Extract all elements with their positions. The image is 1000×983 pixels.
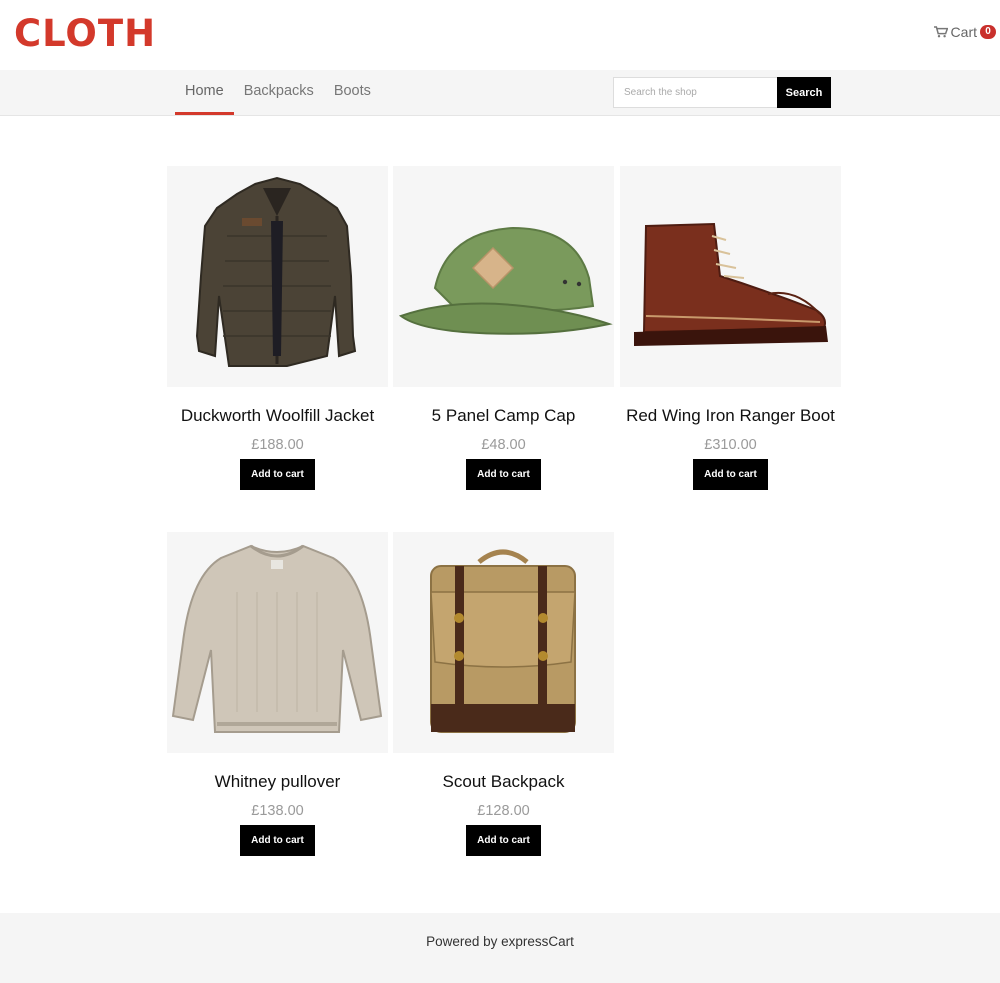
footer-text: Powered by expressCart (426, 934, 574, 949)
cart-count-badge: 0 (980, 25, 996, 39)
product-title[interactable]: 5 Panel Camp Cap (393, 406, 614, 428)
add-to-cart-button[interactable]: Add to cart (240, 459, 315, 490)
product-price: £310.00 (704, 437, 757, 453)
product-price: £128.00 (477, 803, 530, 819)
pullover-image[interactable] (167, 532, 388, 753)
nav-item-boots[interactable]: Boots (324, 70, 381, 115)
backpack-image[interactable] (393, 532, 614, 753)
site-header: CLOTH Cart 0 (0, 0, 1000, 70)
product-price: £138.00 (251, 803, 304, 819)
product-title[interactable]: Red Wing Iron Ranger Boot (620, 406, 841, 428)
product-title[interactable]: Scout Backpack (393, 772, 614, 794)
product-card: Duckworth Woolfill Jacket £188.00 Add to… (167, 166, 388, 490)
search-input[interactable] (613, 77, 777, 108)
nav-menu: Home Backpacks Boots (175, 70, 381, 115)
site-logo[interactable]: CLOTH (14, 12, 156, 55)
product-price: £188.00 (251, 437, 304, 453)
add-to-cart-button[interactable]: Add to cart (240, 825, 315, 856)
product-card: Scout Backpack £128.00 Add to cart (393, 532, 614, 856)
product-card: Red Wing Iron Ranger Boot £310.00 Add to… (620, 166, 841, 490)
product-title[interactable]: Whitney pullover (167, 772, 388, 794)
cap-image[interactable] (393, 166, 614, 387)
product-card: Whitney pullover £138.00 Add to cart (167, 532, 388, 856)
search-button[interactable]: Search (777, 77, 831, 108)
search-form: Search (613, 77, 831, 108)
jacket-image[interactable] (167, 166, 388, 387)
cart-link[interactable]: Cart 0 (933, 24, 996, 40)
add-to-cart-button[interactable]: Add to cart (466, 825, 541, 856)
boot-image[interactable] (620, 166, 841, 387)
main-navbar: Home Backpacks Boots Search (0, 70, 1000, 116)
product-title[interactable]: Duckworth Woolfill Jacket (167, 406, 388, 428)
product-price: £48.00 (481, 437, 526, 453)
cart-label: Cart (950, 24, 977, 40)
add-to-cart-button[interactable]: Add to cart (466, 459, 541, 490)
product-card: 5 Panel Camp Cap £48.00 Add to cart (393, 166, 614, 490)
add-to-cart-button[interactable]: Add to cart (693, 459, 768, 490)
nav-item-home[interactable]: Home (175, 70, 234, 115)
site-footer: Powered by expressCart (0, 913, 1000, 983)
shopping-cart-icon (933, 26, 948, 38)
nav-item-backpacks[interactable]: Backpacks (234, 70, 324, 115)
